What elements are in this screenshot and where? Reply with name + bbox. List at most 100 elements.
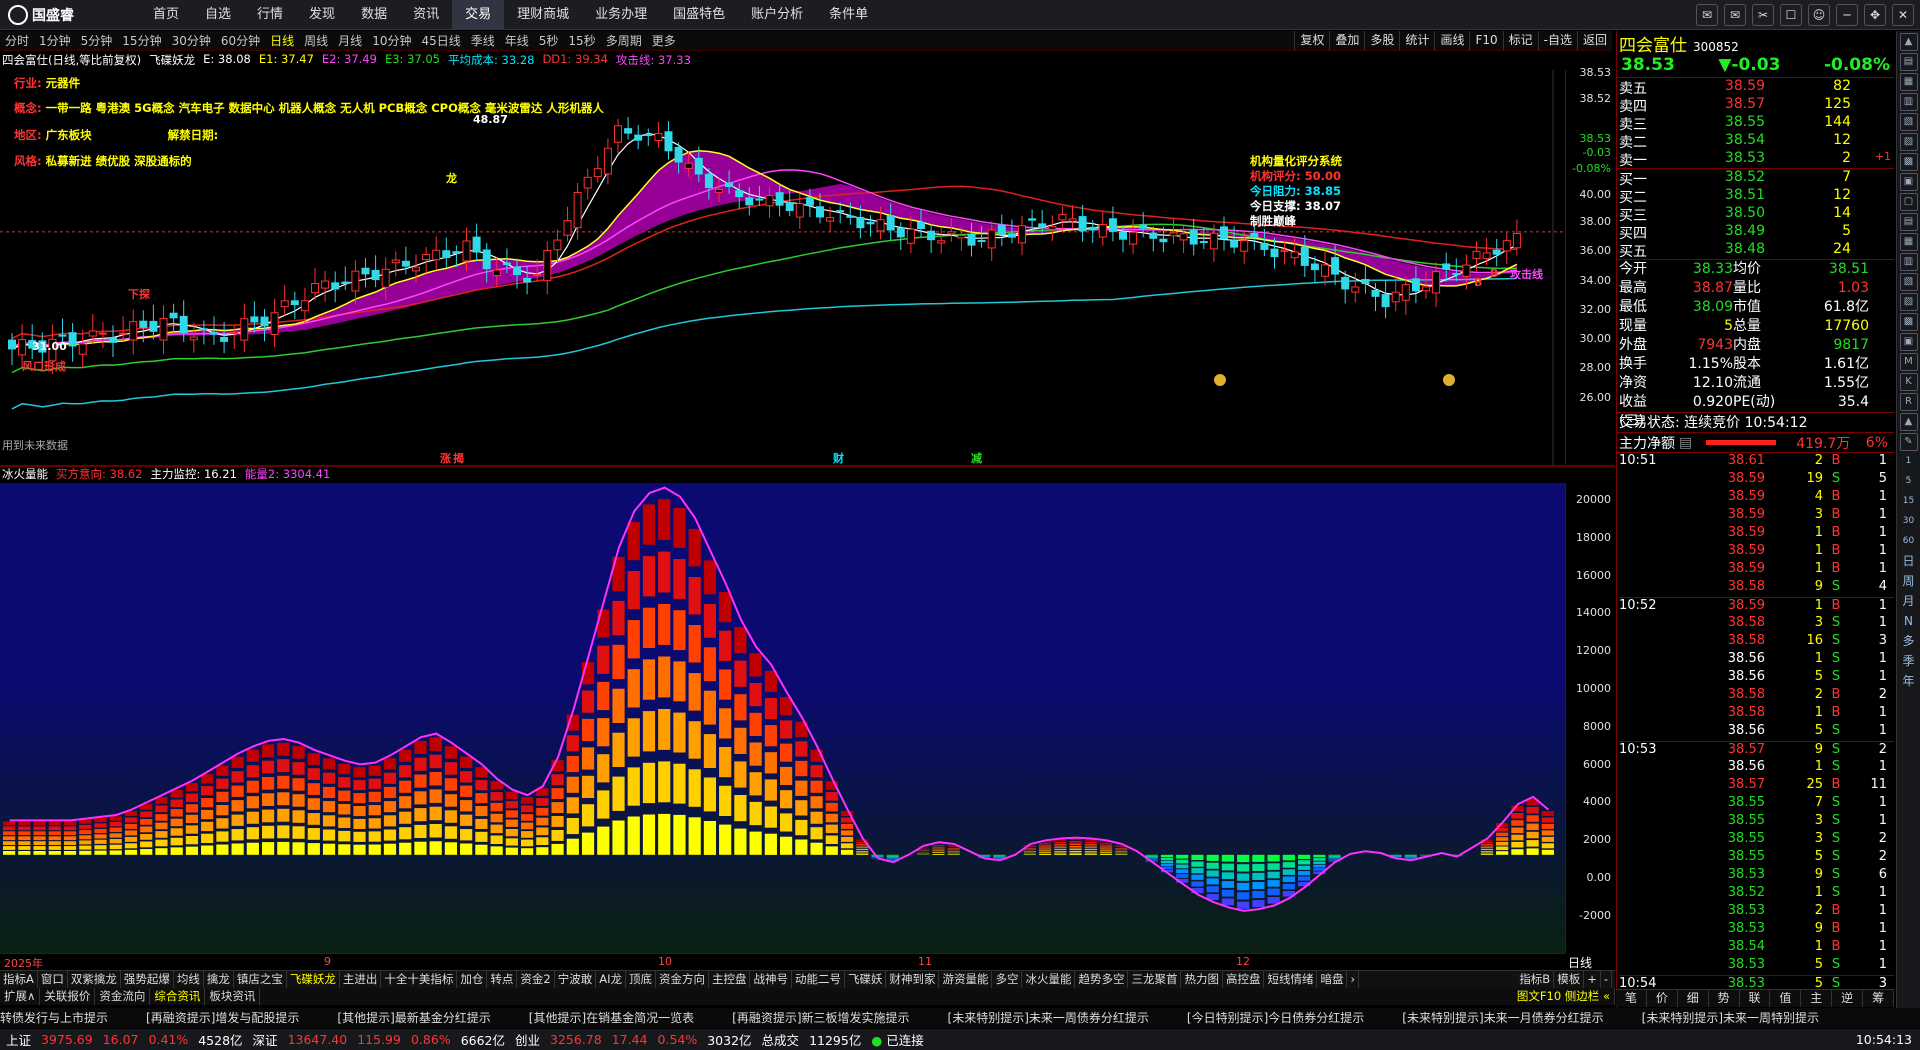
bottom-tab[interactable]: 资金流向 (95, 988, 151, 1005)
sidebar-number-icon[interactable]: 5 (1900, 473, 1918, 491)
indicator-tab[interactable]: 冰火量能 (1022, 971, 1076, 988)
quote-tab[interactable]: 笔 (1616, 990, 1647, 1007)
period-tab[interactable]: 多周期 (601, 31, 647, 50)
order-row[interactable]: 买二 38.51 12 (1617, 187, 1894, 206)
indicator-tab[interactable]: 暗盘 (1317, 971, 1348, 988)
order-row[interactable]: 卖三 38.55 144 (1617, 114, 1894, 133)
close-icon[interactable]: ✕ (1892, 4, 1914, 26)
order-row[interactable]: 卖一 38.53 2 +1 (1617, 150, 1894, 169)
table-icon[interactable]: ▥ (1899, 253, 1918, 271)
tool-button[interactable]: 叠加 (1329, 31, 1364, 50)
order-row[interactable]: 卖二 38.54 12 (1617, 132, 1894, 151)
more-indicators-icon[interactable]: › (1347, 971, 1360, 988)
order-row[interactable]: 卖五 38.59 82 (1617, 78, 1894, 97)
indicator-right-button[interactable]: 指标B (1516, 971, 1555, 988)
menu-item[interactable]: 业务办理 (582, 0, 660, 30)
quote-tab[interactable]: 势 (1709, 990, 1740, 1007)
news-item[interactable]: [今日特别提示]今日债券分红提示 (1187, 1008, 1364, 1028)
sidebar-period[interactable]: 多 (1900, 633, 1918, 651)
sidebar-period[interactable]: 年 (1900, 673, 1918, 691)
sh-index-label[interactable]: 上证 (6, 1030, 31, 1049)
period-tab[interactable]: 60分钟 (216, 31, 265, 50)
indicator-tab[interactable]: 多空 (992, 971, 1023, 988)
indicator-tab[interactable]: 三龙聚首 (1128, 971, 1182, 988)
news-item[interactable]: 转债发行与上市提示 (0, 1008, 108, 1028)
sidebar-period[interactable]: 周 (1900, 573, 1918, 591)
chat-icon[interactable]: ☺ (1808, 4, 1830, 26)
period-tab[interactable]: 15分钟 (117, 31, 166, 50)
period-tab[interactable]: 更多 (647, 31, 681, 50)
period-tab[interactable]: 季线 (466, 31, 500, 50)
indicator-tab[interactable]: 宁波敢 (555, 971, 597, 988)
indicator-right-button[interactable]: 模板 (1554, 971, 1585, 988)
indicator-tab[interactable]: 战神号 (750, 971, 792, 988)
period-tab[interactable]: 月线 (333, 31, 367, 50)
quote-tab[interactable]: 逆 (1832, 990, 1864, 1007)
grid-icon[interactable]: ▥ (1899, 93, 1918, 111)
pie-icon[interactable]: ▩ (1899, 313, 1918, 331)
sidebar-period[interactable]: 日 (1900, 553, 1918, 571)
tool-button[interactable]: 多股 (1364, 31, 1399, 50)
order-row[interactable]: 买三 38.50 14 (1617, 205, 1894, 224)
sidebar-number-icon[interactable]: 15 (1900, 493, 1918, 511)
news-item[interactable]: [未来特别提示]未来一周债券分红提示 (948, 1008, 1149, 1028)
indicator-tab[interactable]: 财神到家 (886, 971, 940, 988)
indicator-tab[interactable]: 加仓 (457, 971, 488, 988)
bottom-tab[interactable]: 扩展∧ (0, 988, 41, 1005)
indicator-tab[interactable]: 主控盘 (709, 971, 751, 988)
period-tab[interactable]: 年线 (500, 31, 534, 50)
f10-icon[interactable]: ▩ (1899, 153, 1918, 171)
tool-button[interactable]: 画线 (1434, 31, 1469, 50)
menu-item[interactable]: 交易 (452, 0, 505, 30)
indicator-tab[interactable]: 镇店之宝 (234, 971, 287, 988)
bottom-tab[interactable]: 关联报价 (40, 988, 96, 1005)
menu-item[interactable]: 自选 (192, 0, 244, 30)
news-item[interactable]: [未来特别提示]未来一周特别提示 (1642, 1008, 1819, 1028)
period-tab[interactable]: 5分钟 (76, 31, 118, 50)
energy-chart[interactable] (0, 483, 1565, 953)
news-item[interactable]: [再融资提示]新三板增发实施提示 (732, 1008, 909, 1028)
ma-icon[interactable]: ▲ (1899, 413, 1918, 431)
rsi-icon[interactable]: R (1899, 393, 1918, 411)
menu-item[interactable]: 条件单 (816, 0, 881, 30)
news-icon[interactable]: ▨ (1899, 133, 1918, 151)
indicator-tab[interactable]: 窗口 (38, 971, 68, 988)
quote-tab[interactable]: 值 (1770, 990, 1802, 1007)
menu-item[interactable]: 行情 (244, 0, 296, 30)
tool-button[interactable]: 复权 (1294, 31, 1329, 50)
pen-icon[interactable]: ✎ (1899, 433, 1918, 451)
quote-tab[interactable]: 价 (1647, 990, 1678, 1007)
flow-icon[interactable]: ▧ (1899, 113, 1918, 131)
indicator-tab[interactable]: 擒龙 (204, 971, 234, 988)
indicator-tab[interactable]: 热力图 (1181, 971, 1223, 988)
indicator-tab[interactable]: 飞碟妖 (845, 971, 887, 988)
menu-item[interactable]: 国盛特色 (660, 0, 738, 30)
period-label[interactable]: 日线 (1568, 954, 1592, 971)
indicator-tab[interactable]: 资金方向 (656, 971, 709, 988)
menu-item[interactable]: 理财商城 (504, 0, 582, 30)
quote-tab[interactable]: 主 (1801, 990, 1833, 1007)
cy-index-label[interactable]: 创业 (515, 1030, 540, 1049)
indicator-tab[interactable]: 游资量能 (939, 971, 993, 988)
f10-sidebar-toggle[interactable]: 图文F10 侧边栏 « (1513, 988, 1615, 1005)
menu-item[interactable]: 发现 (296, 0, 348, 30)
message-icon[interactable]: ✉ (1696, 4, 1718, 26)
sidebar-period[interactable]: 月 (1900, 593, 1918, 611)
trend-icon[interactable]: ▨ (1899, 293, 1918, 311)
indicator-name[interactable]: 飞碟妖龙 (149, 52, 195, 68)
indicator-right-button[interactable]: - (1601, 971, 1612, 988)
menu-item[interactable]: 资讯 (400, 0, 452, 30)
list-icon[interactable]: ▦ (1899, 73, 1918, 91)
alert-icon[interactable]: ▣ (1899, 173, 1918, 191)
menu-item[interactable]: 数据 (348, 0, 400, 30)
news-item[interactable]: [未来特别提示]未来一月债券分红提示 (1402, 1008, 1603, 1028)
order-row[interactable]: 买四 38.49 5 (1617, 223, 1894, 242)
app-logo[interactable]: 国盛睿 (8, 4, 74, 26)
bookmark-icon[interactable]: ▤ (1899, 213, 1918, 231)
star-icon[interactable]: ▦ (1899, 233, 1918, 251)
sidebar-number-icon[interactable]: 60 (1900, 533, 1918, 551)
sidebar-number-icon[interactable]: 30 (1900, 513, 1918, 531)
period-tab[interactable]: 45日线 (416, 31, 465, 50)
sidebar-period[interactable]: 季 (1900, 653, 1918, 671)
tick-list[interactable]: 10:51 38.61 2 B 1 38.59 19 S 5 38.59 4 B 1 38.59 3 B 1 38… (1617, 453, 1894, 993)
